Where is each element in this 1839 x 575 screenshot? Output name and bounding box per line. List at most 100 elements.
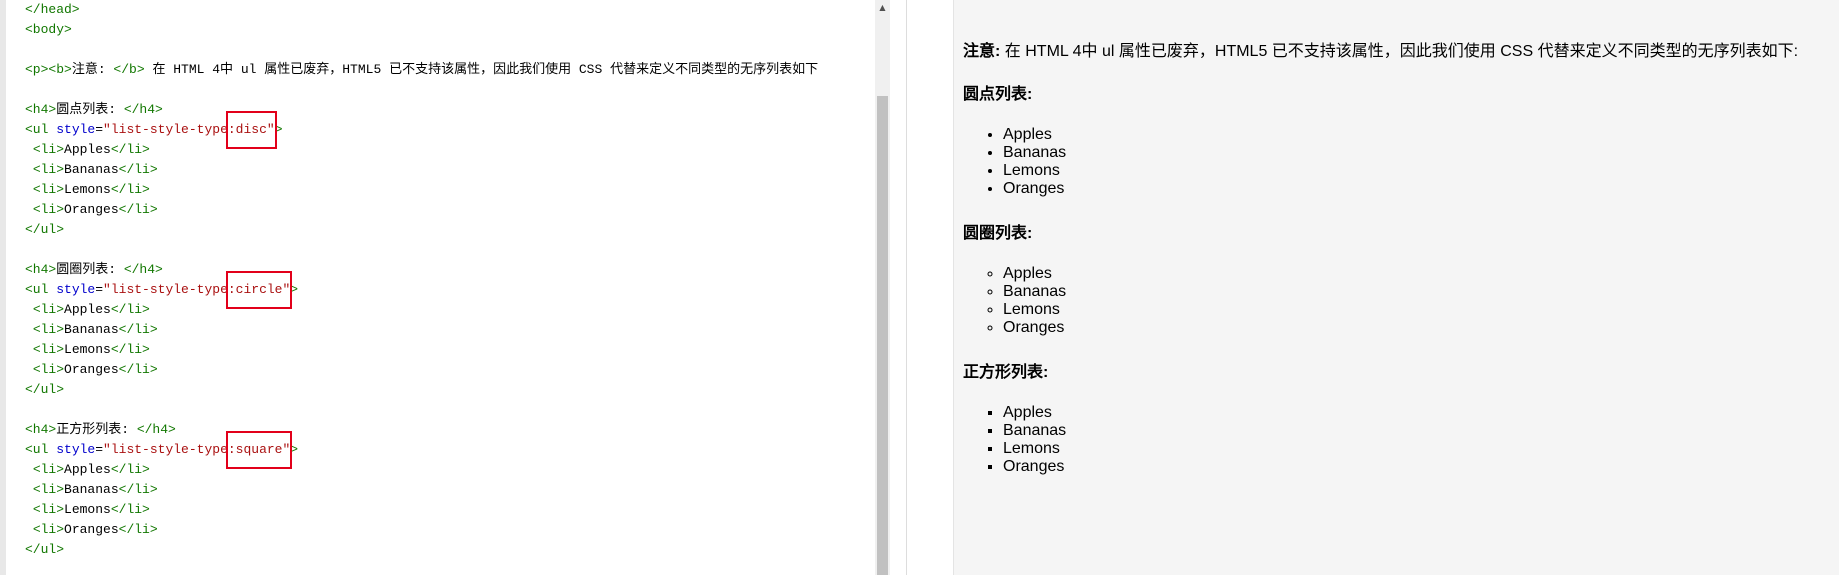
scroll-up-arrow-icon[interactable]: ▲ — [875, 0, 890, 14]
scrollbar-thumb[interactable] — [877, 96, 888, 575]
code-token: </li> — [118, 482, 158, 497]
code-token: <li> — [32, 162, 65, 177]
code-token: <h4> — [25, 102, 57, 117]
code-token: </li> — [110, 302, 150, 317]
code-line: </ul> — [25, 540, 818, 560]
code-line: </ul> — [25, 220, 818, 240]
code-token: <ul — [25, 122, 57, 137]
code-line: <li>Bananas</li> — [25, 480, 818, 500]
list-heading: 圆点列表: — [963, 86, 1033, 103]
code-token: </li> — [118, 202, 158, 217]
code-line: <h4>圆点列表: </h4> — [25, 100, 818, 120]
code-token: <li> — [32, 462, 65, 477]
result-frame: 注意: 在 HTML 4中 ul 属性已废弃，HTML5 已不支持该属性，因此我… — [953, 0, 1839, 575]
code-token: 圆点列表: — [56, 102, 124, 117]
code-token: <li> — [32, 502, 65, 517]
code-line: <li>Apples</li> — [25, 300, 818, 320]
code-token: style — [56, 282, 96, 297]
code-line: <li>Lemons</li> — [25, 180, 818, 200]
code-token: <li> — [32, 482, 65, 497]
list-item: Apples — [1003, 126, 1803, 144]
list-item: Bananas — [1003, 283, 1803, 301]
code-token: 圆圈列表: — [56, 262, 124, 277]
code-token: <li> — [32, 142, 65, 157]
code-line: <li>Apples</li> — [25, 460, 818, 480]
list-item: Oranges — [1003, 180, 1803, 198]
code-token: Bananas — [64, 482, 119, 497]
code-token: Lemons — [64, 342, 111, 357]
code-token: = — [95, 442, 104, 457]
code-token: <li> — [32, 342, 65, 357]
code-token: Oranges — [64, 362, 119, 377]
list-item: Apples — [1003, 265, 1803, 283]
code-token: </li> — [110, 462, 150, 477]
editor-scrollbar[interactable]: ▲ — [875, 0, 890, 575]
list-item: Oranges — [1003, 458, 1803, 476]
code-line: <ul style="list-style-type:square"> — [25, 431, 818, 469]
code-line: <p><b>注意: </b> 在 HTML 4中 ul 属性已废弃，HTML5 … — [25, 60, 818, 80]
code-token: 正方形列表: — [56, 422, 137, 437]
list-item: Lemons — [1003, 301, 1803, 319]
code-token: Apples — [64, 302, 111, 317]
code-editor[interactable]: </head> <body> <p><b>注意: </b> 在 HTML 4中 ul… — [0, 0, 875, 575]
code-token: </b> — [113, 62, 145, 77]
code-token: Oranges — [64, 202, 119, 217]
code-token: </li> — [110, 502, 150, 517]
code-line: <li>Oranges</li> — [25, 200, 818, 220]
code-token: </h4> — [123, 102, 163, 117]
code-token: </h4> — [136, 422, 176, 437]
list-item: Bananas — [1003, 144, 1803, 162]
code-token: </li> — [118, 322, 158, 337]
list-sections: 圆点列表:ApplesBananasLemonsOranges圆圈列表:Appl… — [963, 85, 1803, 476]
rendered-output: 注意: 在 HTML 4中 ul 属性已废弃，HTML5 已不支持该属性，因此我… — [963, 40, 1803, 502]
note-paragraph: 注意: 在 HTML 4中 ul 属性已废弃，HTML5 已不支持该属性，因此我… — [963, 40, 1803, 64]
code-token: <li> — [32, 182, 65, 197]
code-token: </ul> — [25, 542, 65, 557]
code-token: Bananas — [64, 162, 119, 177]
code-token: 注意: — [71, 62, 114, 77]
code-token: <li> — [32, 202, 65, 217]
code-token: <li> — [32, 522, 65, 537]
list-heading: 圆圈列表: — [963, 225, 1033, 242]
code-line: <h4>圆圈列表: </h4> — [25, 260, 818, 280]
code-line: <li>Lemons</li> — [25, 500, 818, 520]
code-token: Apples — [64, 462, 111, 477]
code-line: <li>Bananas</li> — [25, 160, 818, 180]
code-token: Apples — [64, 142, 111, 157]
code-line: <li>Bananas</li> — [25, 320, 818, 340]
list-item: Lemons — [1003, 162, 1803, 180]
list-square: ApplesBananasLemonsOranges — [963, 404, 1803, 476]
code-token: <h4> — [25, 262, 57, 277]
code-token: = — [95, 122, 104, 137]
code-token: 在 HTML 4中 ul 属性已废弃，HTML5 已不支持该属性，因此我们使用 … — [144, 62, 819, 77]
code-token: Lemons — [64, 182, 111, 197]
code-token: <ul — [25, 282, 57, 297]
code-line: <ul style="list-style-type:disc"> — [25, 111, 818, 149]
code-line: <body> — [25, 20, 818, 40]
code-token: <body> — [25, 22, 72, 37]
pane-divider[interactable] — [890, 0, 906, 575]
code-token: </li> — [118, 522, 158, 537]
code-line: <li>Apples</li> — [25, 140, 818, 160]
note-text: 在 HTML 4中 ul 属性已废弃，HTML5 已不支持该属性，因此我们使用 … — [1000, 43, 1799, 60]
code-content[interactable]: </head> <body> <p><b>注意: </b> 在 HTML 4中 ul… — [25, 0, 818, 560]
code-line: <li>Oranges</li> — [25, 520, 818, 540]
code-line: </ul> — [25, 380, 818, 400]
code-token: style — [56, 122, 96, 137]
code-token: </h4> — [123, 262, 163, 277]
code-line: <li>Oranges</li> — [25, 360, 818, 380]
code-token: </li> — [110, 142, 150, 157]
code-token: </li> — [110, 342, 150, 357]
list-item: Bananas — [1003, 422, 1803, 440]
